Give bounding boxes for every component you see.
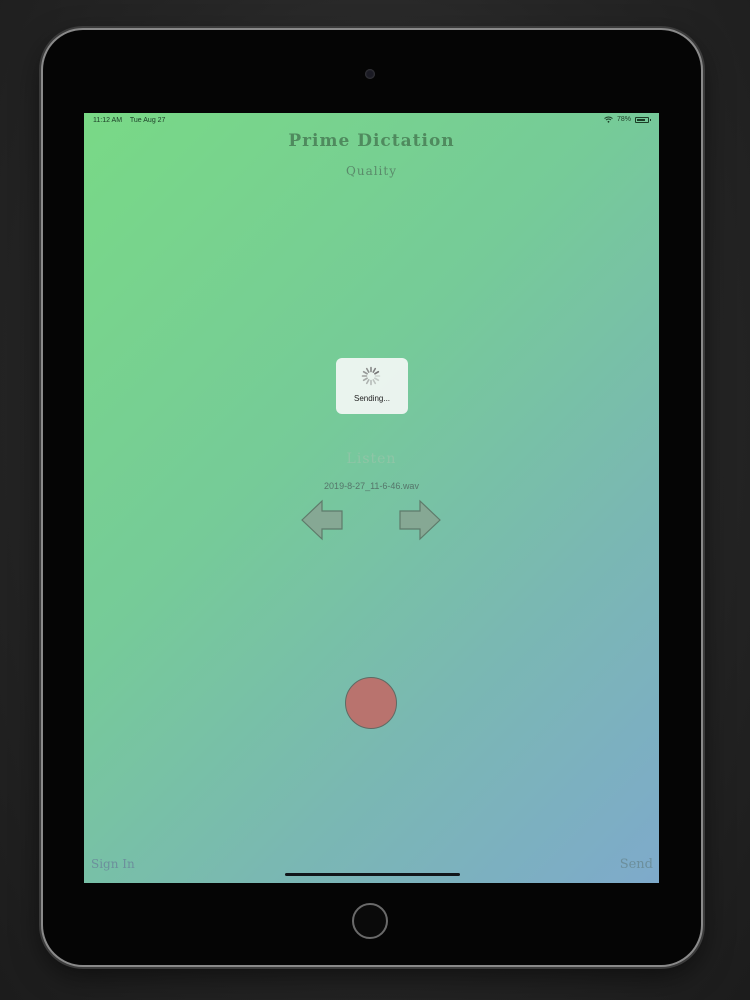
status-bar: 11:12 AM Tue Aug 27 78% <box>84 113 659 129</box>
sending-hud: Sending... <box>336 358 408 414</box>
wifi-icon <box>604 116 613 123</box>
spinner-tick <box>374 370 380 375</box>
recording-filename: 2019-8-27_11-6-46.wav <box>324 481 419 491</box>
status-time: 11:12 AM <box>93 117 123 124</box>
spinner-tick <box>362 370 368 375</box>
spinner-tick <box>372 379 377 385</box>
record-button[interactable] <box>345 677 397 729</box>
arrow-right-icon[interactable] <box>396 497 442 543</box>
battery-percent: 78% <box>616 116 631 123</box>
app-title: Prime Dictation <box>288 131 455 151</box>
ipad-device: 11:12 AM Tue Aug 27 78% Prime Dictation … <box>43 30 701 965</box>
spinner-tick <box>365 367 370 373</box>
home-indicator <box>285 873 460 876</box>
app-screen: 11:12 AM Tue Aug 27 78% Prime Dictation … <box>84 113 659 883</box>
hud-message: Sending... <box>353 394 391 403</box>
home-button[interactable] <box>352 903 388 939</box>
quality-button[interactable]: Quality <box>84 164 659 178</box>
sign-in-button[interactable]: Sign In <box>91 857 135 871</box>
arrow-left-icon[interactable] <box>300 497 346 543</box>
battery-fill <box>637 118 645 121</box>
send-button[interactable]: Send <box>620 857 653 872</box>
camera-icon <box>365 69 375 79</box>
battery-icon <box>635 116 651 123</box>
spinner-tick <box>374 377 380 382</box>
spinner-icon <box>361 366 381 386</box>
spinner-tick <box>362 377 368 382</box>
listen-button[interactable]: Listen <box>84 451 659 467</box>
status-date: Tue Aug 27 <box>129 117 166 124</box>
spinner-tick <box>365 379 370 385</box>
spinner-tick <box>372 367 377 373</box>
status-left: 11:12 AM Tue Aug 27 <box>93 117 171 124</box>
status-right: 78% <box>604 116 651 123</box>
